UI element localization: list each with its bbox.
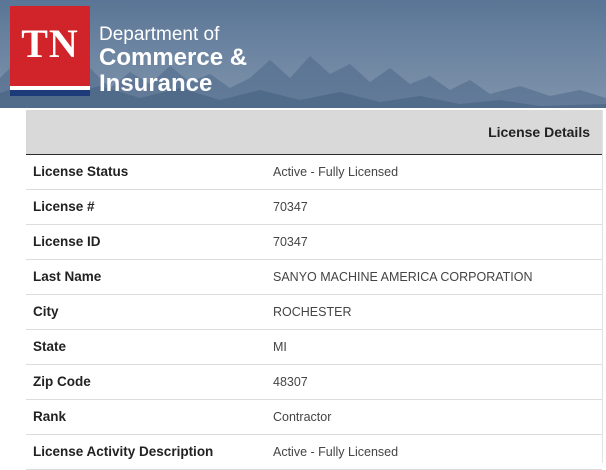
- row-value: SANYO MACHINE AMERICA CORPORATION: [273, 270, 533, 284]
- row-value: Active - Fully Licensed: [273, 445, 399, 459]
- header-banner: TN Department of Commerce & Insurance: [0, 0, 606, 108]
- license-details-panel: License Details License Status Active - …: [26, 110, 602, 470]
- row-label: Zip Code: [33, 374, 91, 389]
- detail-row-license-id: License ID 70347: [26, 225, 602, 260]
- forest-background-icon: [0, 53, 606, 108]
- row-label: License Status: [33, 164, 129, 179]
- row-value: Contractor: [273, 410, 332, 424]
- row-label: License #: [33, 199, 95, 214]
- tn-logo-text: TN: [21, 21, 79, 66]
- row-label: Last Name: [33, 269, 102, 284]
- detail-row-license-activity-description: License Activity Description Active - Fu…: [26, 435, 602, 470]
- row-label: License ID: [33, 234, 101, 249]
- tn-logo[interactable]: TN: [10, 6, 90, 96]
- row-label: License Activity Description: [33, 444, 214, 459]
- dept-name-line2: Commerce &: [99, 44, 248, 71]
- row-value: 70347: [273, 235, 308, 249]
- detail-row-city: City ROCHESTER: [26, 295, 602, 330]
- row-label: City: [33, 304, 59, 319]
- row-value: Active - Fully Licensed: [273, 165, 399, 179]
- row-value: 70347: [273, 200, 308, 214]
- logo-blue-stripe: [10, 90, 90, 96]
- row-label: State: [33, 339, 67, 354]
- panel-title: License Details: [488, 124, 590, 140]
- detail-row-last-name: Last Name SANYO MACHINE AMERICA CORPORAT…: [26, 260, 602, 295]
- row-value: ROCHESTER: [273, 305, 352, 319]
- detail-row-state: State MI: [26, 330, 602, 365]
- detail-row-rank: Rank Contractor: [26, 400, 602, 435]
- panel-header: License Details: [26, 110, 602, 155]
- row-label: Rank: [33, 409, 67, 424]
- detail-row-license-status: License Status Active - Fully Licensed: [26, 155, 602, 190]
- dept-name-line1: Department of: [99, 24, 220, 45]
- panel-right-border: [602, 110, 603, 463]
- detail-row-zip-code: Zip Code 48307: [26, 365, 602, 400]
- row-value: MI: [273, 340, 287, 354]
- dept-name-line3: Insurance: [99, 70, 213, 97]
- row-value: 48307: [273, 375, 308, 389]
- detail-row-license-number: License # 70347: [26, 190, 602, 225]
